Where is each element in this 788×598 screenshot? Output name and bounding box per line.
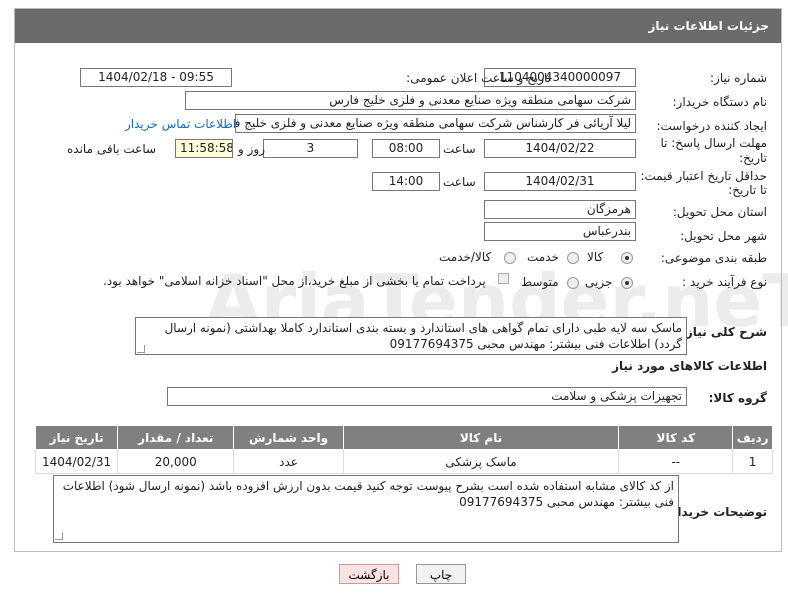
general-desc-field: ماسک سه لایه طبی دارای تمام گواهی های اس… (135, 317, 687, 355)
creator-field: لیلا آریائی فر کارشناس شرکت سهامی منطقه … (235, 114, 636, 133)
process-radio-minor[interactable] (621, 277, 633, 289)
items-table: تاریخ نیاز تعداد / مقدار واحد شمارش نام … (34, 425, 773, 474)
days-label: روز و (238, 142, 265, 156)
goods-group-label: گروه کالا: (708, 391, 767, 405)
buyer-notes-field: از کد کالای مشابه استفاده شده است بشرح پ… (53, 475, 679, 543)
price-time-field: 14:00 (372, 172, 440, 191)
col-item-code: کد کالا (618, 425, 734, 450)
deadline-time-field: 08:00 (372, 139, 440, 158)
price-date-field: 1404/02/31 (484, 172, 636, 191)
col-row-number: ردیف (732, 425, 773, 450)
table-header-row: تاریخ نیاز تعداد / مقدار واحد شمارش نام … (34, 425, 773, 450)
price-validity-label-2: تا تاریخ: (728, 183, 767, 197)
province-field: هرمزگان (484, 200, 636, 219)
col-unit: واحد شمارش (233, 425, 344, 450)
details-panel: جزئیات اطلاعات نیاز AriaTender.neT شماره… (14, 8, 788, 552)
creator-label: ایجاد کننده درخواست: (656, 119, 767, 133)
city-field: بندرعباس (484, 222, 636, 241)
buyer-field: شرکت سهامی منطقه ویژه صنایع معدنی و فلزی… (185, 91, 636, 110)
col-need-date: تاریخ نیاز (34, 425, 119, 450)
resize-grip-icon[interactable] (55, 532, 63, 540)
cell-row-number: 1 (732, 449, 773, 474)
col-item-name: نام کالا (342, 425, 620, 450)
cell-quantity: 20,000 (117, 449, 235, 474)
category-radio-goods-service[interactable] (504, 252, 516, 264)
back-button[interactable]: بازگشت (339, 564, 399, 584)
category-option-goods: کالا (587, 250, 604, 264)
cell-item-name: ماسک پزشکی (342, 449, 620, 474)
price-time-label: ساعت (443, 175, 476, 189)
table-row: 1404/02/31 20,000 عدد ماسک پزشکی -- 1 (34, 449, 773, 474)
need-number-label: شماره نیاز: (710, 71, 767, 85)
buyer-label: نام دستگاه خریدار: (672, 95, 768, 109)
province-label: استان محل تحویل: (672, 205, 767, 219)
cell-unit: عدد (233, 449, 344, 474)
category-option-service: خدمت (527, 250, 559, 264)
goods-info-title: اطلاعات کالاهای مورد نیاز (612, 359, 767, 373)
category-radio-goods[interactable] (621, 252, 633, 264)
category-radio-service[interactable] (567, 252, 579, 264)
deadline-label-1: مهلت ارسال پاسخ: تا (660, 136, 767, 150)
col-quantity: تعداد / مقدار (117, 425, 235, 450)
price-validity-label-1: حداقل تاریخ اعتبار قیمت: (640, 169, 767, 183)
print-button[interactable]: چاپ (416, 564, 466, 584)
deadline-time-label: ساعت (443, 142, 476, 156)
resize-grip-icon[interactable] (137, 345, 145, 353)
buyer-contact-link[interactable]: اطلاعات تماس خریدار (125, 117, 236, 131)
announce-label: تاریخ و ساعت اعلان عمومی: (406, 71, 551, 85)
treasury-checkbox[interactable] (498, 273, 509, 284)
process-option-minor: جزیی (585, 275, 613, 289)
remaining-time-field: 11:58:58 (175, 139, 233, 158)
deadline-label-2: تاریخ: (739, 151, 767, 165)
category-label: طبقه بندی موضوعی: (660, 251, 767, 265)
process-label: نوع فرآیند خرید : (682, 275, 767, 289)
buyer-notes-label: توضیحات خریدار: (665, 505, 767, 519)
category-option-goods-service: کالا/خدمت (439, 250, 492, 264)
general-desc-label: شرح کلی نیاز: (681, 325, 767, 339)
city-label: شهر محل تحویل: (680, 229, 767, 243)
process-radio-medium[interactable] (567, 277, 579, 289)
process-option-medium: متوسط (521, 275, 559, 289)
announce-field: 1404/02/18 - 09:55 (80, 68, 232, 87)
goods-group-field: تجهیزات پزشکی و سلامت (167, 387, 687, 406)
deadline-date-field: 1404/02/22 (484, 139, 636, 158)
panel-title: جزئیات اطلاعات نیاز (15, 9, 781, 43)
treasury-note: پرداخت تمام یا بخشی از مبلغ خرید،از محل … (103, 274, 486, 288)
remaining-label: ساعت باقی مانده (67, 142, 157, 156)
cell-need-date: 1404/02/31 (34, 449, 119, 474)
cell-item-code: -- (618, 449, 734, 474)
days-field: 3 (263, 139, 358, 158)
